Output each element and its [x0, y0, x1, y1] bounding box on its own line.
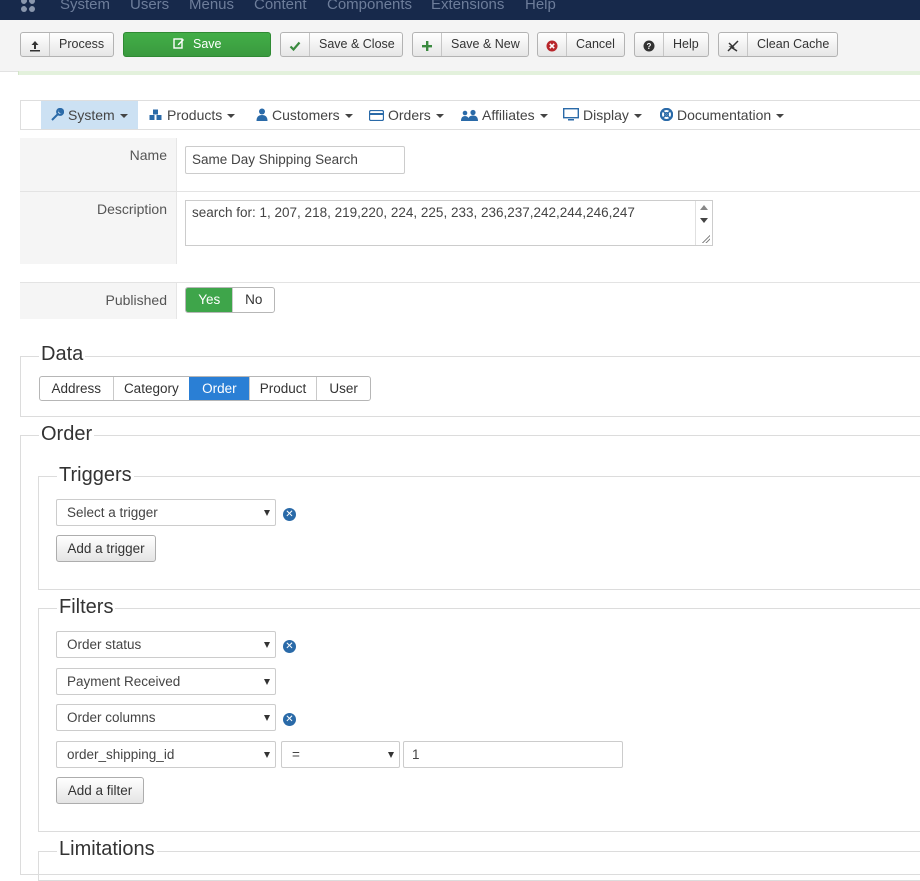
nav-display[interactable]: Display — [562, 101, 642, 130]
limitations-fieldset — [38, 851, 920, 881]
triggers-legend: Triggers — [57, 464, 134, 487]
filter-type-select[interactable]: Order columns — [56, 704, 276, 731]
filter-value-input[interactable]: 1 — [403, 741, 623, 768]
chevron-down-icon — [227, 114, 236, 119]
message-strip — [18, 71, 920, 75]
nav-customers[interactable]: Customers — [256, 101, 353, 129]
joomla-logo-icon[interactable] — [19, 0, 37, 14]
dropdown-arrow-icon — [388, 752, 394, 758]
name-input[interactable]: Same Day Shipping Search — [185, 146, 405, 174]
cancel-circle-icon — [538, 33, 567, 56]
nav-affiliates[interactable]: Affiliates — [461, 101, 548, 129]
tab-address[interactable]: Address — [40, 377, 113, 400]
svg-text:?: ? — [647, 42, 652, 51]
published-yes-option[interactable]: Yes — [186, 288, 233, 312]
remove-trigger-icon[interactable]: ✕ — [283, 508, 296, 521]
filter-type-select[interactable]: Order status — [56, 631, 276, 658]
limitations-legend: Limitations — [57, 838, 157, 861]
save-close-button[interactable]: Save & Close — [280, 32, 403, 57]
credit-card-icon — [368, 102, 385, 130]
user-icon — [256, 102, 268, 130]
nav-products[interactable]: Products — [149, 101, 236, 130]
topnav-menus[interactable]: Menus — [189, 0, 234, 14]
save-button[interactable]: Save — [123, 32, 271, 57]
description-label: Description — [20, 192, 177, 264]
nav-system[interactable]: System — [41, 101, 138, 129]
monitor-icon — [562, 102, 580, 130]
remove-filter-icon[interactable]: ✕ — [283, 713, 296, 726]
chevron-down-icon — [119, 114, 128, 119]
dropdown-arrow-icon — [264, 715, 270, 721]
wrench-icon — [51, 102, 65, 130]
topnav-content[interactable]: Content — [254, 0, 307, 14]
question-circle-icon: ? — [635, 33, 664, 56]
cancel-button[interactable]: Cancel — [537, 32, 625, 57]
cubes-icon — [149, 102, 163, 130]
topnav-system[interactable]: System — [60, 0, 110, 14]
tab-product[interactable]: Product — [248, 377, 317, 400]
admin-top-nav: System Users Menus Content Components Ex… — [0, 0, 920, 20]
chevron-down-icon — [435, 114, 444, 119]
remove-filter-icon[interactable]: ✕ — [283, 640, 296, 653]
topnav-help[interactable]: Help — [525, 0, 556, 14]
data-legend: Data — [39, 343, 86, 366]
scroll-up-icon[interactable] — [700, 205, 708, 210]
help-button[interactable]: ? Help — [634, 32, 709, 57]
save-new-button[interactable]: Save & New — [412, 32, 529, 57]
dropdown-arrow-icon — [264, 510, 270, 516]
clean-cache-button[interactable]: Clean Cache — [718, 32, 838, 57]
lifebuoy-icon — [659, 102, 674, 130]
add-trigger-button[interactable]: Add a trigger — [56, 535, 156, 562]
trigger-select[interactable]: Select a trigger — [56, 499, 276, 526]
resize-grip-icon[interactable] — [701, 234, 710, 243]
topnav-components[interactable]: Components — [327, 0, 412, 14]
scroll-down-icon[interactable] — [700, 218, 708, 223]
published-label: Published — [20, 283, 177, 319]
order-legend: Order — [39, 423, 95, 446]
triggers-fieldset — [38, 476, 920, 590]
process-button[interactable]: Process — [20, 32, 114, 57]
chevron-down-icon — [776, 114, 785, 119]
description-textarea[interactable]: search for: 1, 207, 218, 219,220, 224, 2… — [185, 200, 713, 246]
plus-icon — [413, 33, 442, 56]
chevron-down-icon — [344, 114, 353, 119]
tab-category[interactable]: Category — [112, 377, 190, 400]
users-icon — [461, 102, 478, 130]
checkmark-icon — [281, 33, 310, 56]
filters-legend: Filters — [57, 596, 116, 619]
component-nav: System Products Customers Orders Affilia… — [20, 100, 920, 130]
dropdown-arrow-icon — [264, 752, 270, 758]
tab-user[interactable]: User — [316, 377, 370, 400]
nav-orders[interactable]: Orders — [368, 101, 444, 130]
operator-select[interactable]: = — [281, 741, 400, 768]
chevron-down-icon — [539, 114, 548, 119]
textarea-scrollbar[interactable] — [695, 201, 712, 245]
edit-icon — [172, 37, 188, 51]
order-status-select[interactable]: Payment Received — [56, 668, 276, 695]
tab-order[interactable]: Order — [189, 377, 249, 400]
topnav-users[interactable]: Users — [130, 0, 169, 14]
column-select[interactable]: order_shipping_id — [56, 741, 276, 768]
dropdown-arrow-icon — [264, 642, 270, 648]
published-no-option[interactable]: No — [232, 288, 274, 312]
name-label: Name — [20, 138, 177, 192]
data-type-selector: Address Category Order Product User — [39, 376, 371, 401]
chevron-down-icon — [633, 114, 642, 119]
dropdown-arrow-icon — [264, 679, 270, 685]
lightning-icon — [719, 33, 748, 56]
topnav-extensions[interactable]: Extensions — [431, 0, 504, 14]
published-toggle: Yes No — [185, 287, 275, 313]
nav-documentation[interactable]: Documentation — [659, 101, 785, 130]
upload-icon — [21, 33, 50, 56]
add-filter-button[interactable]: Add a filter — [56, 777, 144, 804]
